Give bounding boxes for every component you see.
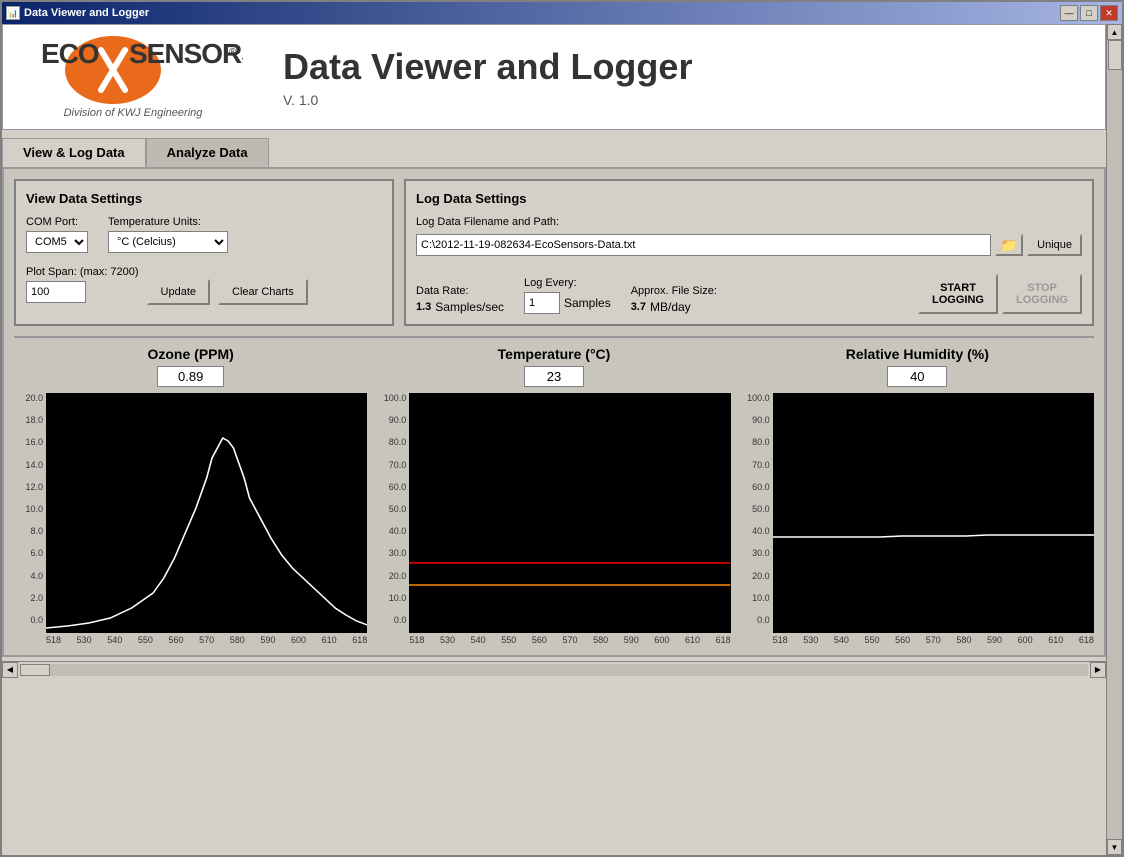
folder-button[interactable]: 📁 — [995, 234, 1023, 256]
temp-units-group: Temperature Units: °C (Celcius) °F (Fahr… — [108, 216, 228, 253]
temperature-chart-container: Temperature (°C) 23 100.0 90.0 80.0 70.0… — [377, 346, 730, 645]
tabs-bar: View & Log Data Analyze Data — [2, 138, 1106, 167]
app-version: V. 1.0 — [283, 92, 692, 108]
plot-span-row: Plot Span: (max: 7200) 100 Update Clear … — [26, 263, 382, 305]
app-title: Data Viewer and Logger — [283, 46, 692, 88]
temp-svg — [409, 393, 730, 633]
humidity-chart-title: Relative Humidity (%) — [846, 346, 989, 362]
logo-division: Division of KWJ Engineering — [64, 107, 203, 119]
com-temp-row: COM Port: COM5 COM1 COM2 COM3 COM4 — [26, 216, 382, 253]
com-port-select[interactable]: COM5 COM1 COM2 COM3 COM4 — [26, 231, 88, 253]
scroll-right-button[interactable]: ▶ — [1090, 662, 1106, 678]
com-port-group: COM Port: COM5 COM1 COM2 COM3 COM4 — [26, 216, 88, 253]
tab-view-log[interactable]: View & Log Data — [2, 138, 146, 167]
logo-svg: ECO SENSORS ® — [23, 35, 243, 105]
close-button[interactable]: ✕ — [1100, 5, 1118, 21]
temp-chart-area: 518 530 540 550 560 570 580 590 600 61 — [409, 393, 730, 645]
temp-units-select[interactable]: °C (Celcius) °F (Fahrenheit) — [108, 231, 228, 253]
humidity-value: 40 — [887, 366, 947, 387]
file-size-value: 3.7 — [631, 301, 646, 313]
humidity-chart-wrapper: 100.0 90.0 80.0 70.0 60.0 50.0 40.0 30.0… — [741, 393, 1094, 645]
scrollbar-bottom: ◀ ▶ — [2, 661, 1106, 677]
start-logging-button[interactable]: STARTLOGGING — [918, 274, 998, 314]
logging-buttons: STARTLOGGING STOPLOGGING — [918, 274, 1082, 314]
data-rate-unit: Samples/sec — [435, 300, 504, 314]
svg-text:®: ® — [229, 47, 237, 58]
scroll-up-button[interactable]: ▲ — [1107, 24, 1122, 40]
divider — [14, 336, 1094, 338]
humidity-svg — [773, 393, 1094, 633]
title-bar: 📊 Data Viewer and Logger — □ ✕ — [2, 2, 1122, 24]
ozone-svg — [46, 393, 367, 633]
title-bar-text: Data Viewer and Logger — [24, 7, 149, 19]
plot-span-group: Plot Span: (max: 7200) 100 — [26, 266, 139, 303]
file-size-label: Approx. File Size: — [631, 285, 717, 297]
com-port-label: COM Port: — [26, 216, 88, 228]
tab-analyze[interactable]: Analyze Data — [146, 138, 269, 167]
update-button[interactable]: Update — [147, 279, 210, 305]
log-every-unit: Samples — [564, 296, 611, 310]
scroll-track-right[interactable] — [1107, 40, 1122, 839]
log-every-label: Log Every: — [524, 277, 611, 289]
log-every-group: Log Every: Samples — [524, 277, 611, 314]
unique-button[interactable]: Unique — [1027, 234, 1082, 256]
svg-text:ECO: ECO — [41, 38, 99, 69]
filename-input[interactable] — [416, 234, 991, 256]
humidity-chart-container: Relative Humidity (%) 40 100.0 90.0 80.0… — [741, 346, 1094, 645]
file-size-unit: MB/day — [650, 300, 691, 314]
temp-value: 23 — [524, 366, 584, 387]
logo-area: ECO SENSORS ® Division of KWJ Engineerin… — [23, 35, 243, 119]
scroll-track-bottom[interactable] — [20, 664, 1088, 676]
humidity-x-axis: 518 530 540 550 560 570 580 590 600 61 — [773, 635, 1094, 645]
ozone-chart-container: Ozone (PPM) 0.89 20.0 18.0 16.0 14.0 12.… — [14, 346, 367, 645]
file-size-group: Approx. File Size: 3.7 MB/day — [631, 285, 717, 314]
ozone-value: 0.89 — [157, 366, 224, 387]
filename-group: Log Data Filename and Path: 📁 Unique — [416, 216, 1082, 266]
settings-row: View Data Settings COM Port: COM5 COM1 C… — [14, 179, 1094, 326]
log-data-settings: Log Data Settings Log Data Filename and … — [404, 179, 1094, 326]
filename-label: Log Data Filename and Path: — [416, 216, 1082, 228]
main-panel: View Data Settings COM Port: COM5 COM1 C… — [2, 167, 1106, 657]
title-bar-buttons: — □ ✕ — [1060, 5, 1118, 21]
stop-logging-button[interactable]: STOPLOGGING — [1002, 274, 1082, 314]
scroll-left-button[interactable]: ◀ — [2, 662, 18, 678]
scroll-thumb-bottom[interactable] — [20, 664, 50, 676]
clear-charts-button[interactable]: Clear Charts — [218, 279, 308, 305]
view-data-settings: View Data Settings COM Port: COM5 COM1 C… — [14, 179, 394, 326]
charts-section: Ozone (PPM) 0.89 20.0 18.0 16.0 14.0 12.… — [14, 346, 1094, 645]
app-title-area: Data Viewer and Logger V. 1.0 — [283, 46, 692, 108]
app-icon: 📊 — [6, 6, 20, 20]
data-rate-value: 1.3 — [416, 301, 431, 313]
humidity-y-axis: 100.0 90.0 80.0 70.0 60.0 50.0 40.0 30.0… — [741, 393, 773, 645]
scrollbar-right: ▲ ▼ — [1106, 24, 1122, 855]
ozone-chart-area: 518 530 540 550 560 570 580 590 600 61 — [46, 393, 367, 645]
data-rate-group: Data Rate: 1.3 Samples/sec — [416, 285, 504, 314]
maximize-button[interactable]: □ — [1080, 5, 1098, 21]
ozone-y-axis: 20.0 18.0 16.0 14.0 12.0 10.0 8.0 6.0 4.… — [14, 393, 46, 645]
plot-span-label: Plot Span: (max: 7200) — [26, 266, 139, 278]
temp-units-label: Temperature Units: — [108, 216, 228, 228]
svg-text:SENSORS: SENSORS — [129, 38, 243, 69]
plot-span-input[interactable]: 100 — [26, 281, 86, 303]
temp-y-axis: 100.0 90.0 80.0 70.0 60.0 50.0 40.0 30.0… — [377, 393, 409, 645]
view-settings-title: View Data Settings — [26, 191, 382, 206]
filename-row: 📁 Unique — [416, 234, 1082, 256]
log-every-input[interactable] — [524, 292, 560, 314]
minimize-button[interactable]: — — [1060, 5, 1078, 21]
header: ECO SENSORS ® Division of KWJ Engineerin… — [2, 24, 1106, 130]
temp-x-axis: 518 530 540 550 560 570 580 590 600 61 — [409, 635, 730, 645]
scroll-thumb-right[interactable] — [1108, 40, 1122, 70]
scroll-down-button[interactable]: ▼ — [1107, 839, 1122, 855]
ozone-chart-title: Ozone (PPM) — [147, 346, 233, 362]
data-rate-label: Data Rate: — [416, 285, 504, 297]
log-settings-title: Log Data Settings — [416, 191, 1082, 206]
temp-chart-title: Temperature (°C) — [498, 346, 611, 362]
temp-chart-wrapper: 100.0 90.0 80.0 70.0 60.0 50.0 40.0 30.0… — [377, 393, 730, 645]
ozone-chart-wrapper: 20.0 18.0 16.0 14.0 12.0 10.0 8.0 6.0 4.… — [14, 393, 367, 645]
ozone-x-axis: 518 530 540 550 560 570 580 590 600 61 — [46, 635, 367, 645]
humidity-chart-area: 518 530 540 550 560 570 580 590 600 61 — [773, 393, 1094, 645]
data-info-row: Data Rate: 1.3 Samples/sec Log Every: — [416, 274, 1082, 314]
